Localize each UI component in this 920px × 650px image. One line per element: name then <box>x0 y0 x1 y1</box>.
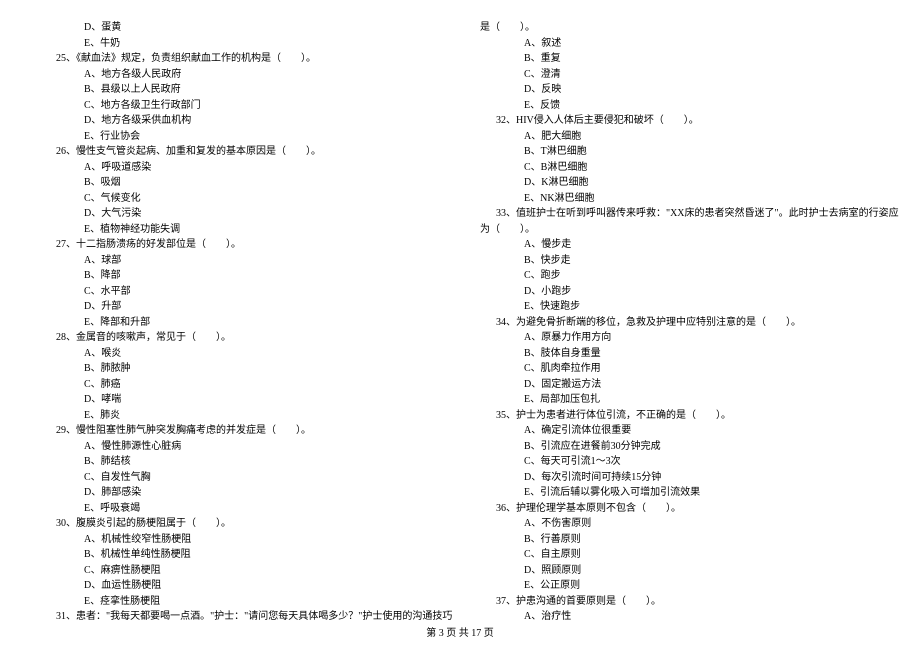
question-stem: 29、慢性阻塞性肺气肿突发胸痛考虑的并发症是（ ）。 <box>40 423 440 439</box>
right-column: 是（ ）。 A、叙述 B、重复 C、澄清 D、反映 E、反馈 32、HIV侵入人… <box>460 20 880 620</box>
option: C、跑步 <box>480 268 880 284</box>
option: D、固定搬运方法 <box>480 377 880 393</box>
option: A、确定引流体位很重要 <box>480 423 880 439</box>
option: E、呼吸衰竭 <box>40 501 440 517</box>
question-stem: 32、HIV侵入人体后主要侵犯和破坏（ ）。 <box>480 113 880 129</box>
question-stem-cont: 为（ ）。 <box>480 222 880 238</box>
option: A、治疗性 <box>480 609 880 625</box>
option: C、澄清 <box>480 67 880 83</box>
option: A、机械性绞窄性肠梗阻 <box>40 532 440 548</box>
option: D、大气污染 <box>40 206 440 222</box>
option: C、每天可引流1～3次 <box>480 454 880 470</box>
question-stem: 28、金属音的咳嗽声，常见于（ ）。 <box>40 330 440 346</box>
option: C、自发性气胸 <box>40 470 440 486</box>
option: C、水平部 <box>40 284 440 300</box>
question-stem: 36、护理伦理学基本原则不包含（ ）。 <box>480 501 880 517</box>
question-stem: 26、慢性支气管炎起病、加重和复发的基本原因是（ ）。 <box>40 144 440 160</box>
option: E、快速跑步 <box>480 299 880 315</box>
option: D、小跑步 <box>480 284 880 300</box>
option: B、引流应在进餐前30分钟完成 <box>480 439 880 455</box>
question-stem: 31、患者："我每天都要喝一点酒。"护士："请问您每天具体喝多少？"护士使用的沟… <box>40 609 440 625</box>
question-stem: 25、《献血法》规定，负责组织献血工作的机构是（ ）。 <box>40 51 440 67</box>
question-stem: 27、十二指肠溃疡的好发部位是（ ）。 <box>40 237 440 253</box>
question-stem-cont: 是（ ）。 <box>480 20 880 36</box>
option: A、不伤害原则 <box>480 516 880 532</box>
option: C、肌肉牵拉作用 <box>480 361 880 377</box>
option: D、每次引流时间可持续15分钟 <box>480 470 880 486</box>
option: E、公正原则 <box>480 578 880 594</box>
option: A、叙述 <box>480 36 880 52</box>
option: B、吸烟 <box>40 175 440 191</box>
option: A、原暴力作用方向 <box>480 330 880 346</box>
option: C、地方各级卫生行政部门 <box>40 98 440 114</box>
option: D、照顾原则 <box>480 563 880 579</box>
option: E、肺炎 <box>40 408 440 424</box>
option: E、行业协会 <box>40 129 440 145</box>
option: E、牛奶 <box>40 36 440 52</box>
option: D、反映 <box>480 82 880 98</box>
option: B、快步走 <box>480 253 880 269</box>
option: B、行善原则 <box>480 532 880 548</box>
option: D、血运性肠梗阻 <box>40 578 440 594</box>
option: E、引流后辅以雾化吸入可增加引流效果 <box>480 485 880 501</box>
option: B、降部 <box>40 268 440 284</box>
option: B、T淋巴细胞 <box>480 144 880 160</box>
option: A、肥大细胞 <box>480 129 880 145</box>
option: A、呼吸道感染 <box>40 160 440 176</box>
question-stem: 33、值班护士在听到呼叫器传来呼救："XX床的患者突然昏迷了"。此时护士去病室的… <box>480 206 880 222</box>
question-stem: 34、为避免骨折断端的移位，急救及护理中应特别注意的是（ ）。 <box>480 315 880 331</box>
option: C、自主原则 <box>480 547 880 563</box>
option: E、痉挛性肠梗阻 <box>40 594 440 610</box>
option: E、局部加压包扎 <box>480 392 880 408</box>
option: D、K淋巴细胞 <box>480 175 880 191</box>
option: A、球部 <box>40 253 440 269</box>
option: E、降部和升部 <box>40 315 440 331</box>
option: C、气候变化 <box>40 191 440 207</box>
option: E、植物神经功能失调 <box>40 222 440 238</box>
option: D、地方各级采供血机构 <box>40 113 440 129</box>
option: B、重复 <box>480 51 880 67</box>
question-stem: 35、护士为患者进行体位引流，不正确的是（ ）。 <box>480 408 880 424</box>
option: A、慢步走 <box>480 237 880 253</box>
option: B、机械性单纯性肠梗阻 <box>40 547 440 563</box>
option: B、肺结核 <box>40 454 440 470</box>
option: D、升部 <box>40 299 440 315</box>
option: E、反馈 <box>480 98 880 114</box>
page-body: D、蛋黄 E、牛奶 25、《献血法》规定，负责组织献血工作的机构是（ ）。 A、… <box>0 0 920 620</box>
option: C、B淋巴细胞 <box>480 160 880 176</box>
option: B、县级以上人民政府 <box>40 82 440 98</box>
option: D、蛋黄 <box>40 20 440 36</box>
option: D、肺部感染 <box>40 485 440 501</box>
option: A、慢性肺源性心脏病 <box>40 439 440 455</box>
left-column: D、蛋黄 E、牛奶 25、《献血法》规定，负责组织献血工作的机构是（ ）。 A、… <box>40 20 460 620</box>
option: B、肢体自身重量 <box>480 346 880 362</box>
option: B、肺脓肿 <box>40 361 440 377</box>
question-stem: 30、腹膜炎引起的肠梗阻属于（ ）。 <box>40 516 440 532</box>
option: C、麻痹性肠梗阻 <box>40 563 440 579</box>
option: E、NK淋巴细胞 <box>480 191 880 207</box>
option: C、肺癌 <box>40 377 440 393</box>
option: D、哮喘 <box>40 392 440 408</box>
option: A、喉炎 <box>40 346 440 362</box>
question-stem: 37、护患沟通的首要原则是（ ）。 <box>480 594 880 610</box>
option: A、地方各级人民政府 <box>40 67 440 83</box>
